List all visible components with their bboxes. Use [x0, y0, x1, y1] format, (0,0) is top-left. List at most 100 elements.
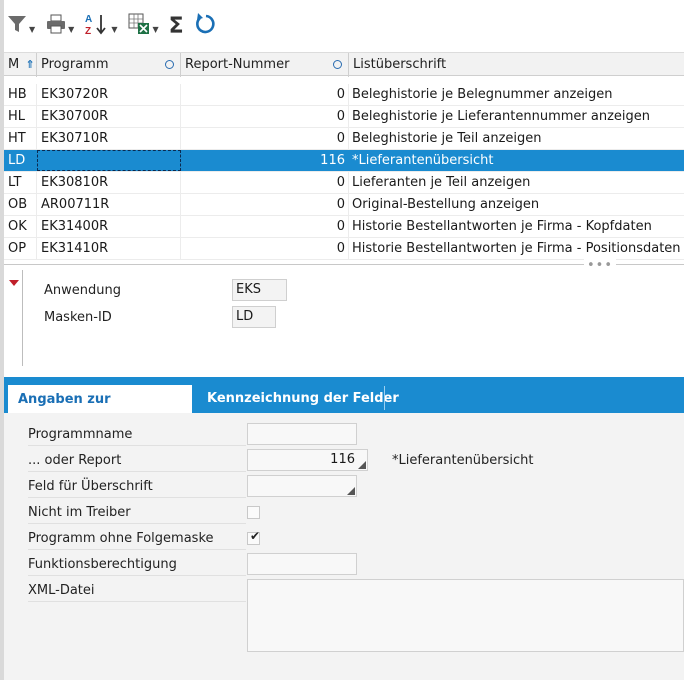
chevron-down-icon: ▼	[68, 24, 75, 34]
column-header-label: M	[8, 57, 20, 72]
cell-listueberschrift: Original-Bestellung anzeigen	[352, 197, 540, 212]
column-header-label: Programm	[41, 57, 109, 72]
program-table: M ⇑ Programm Report-Nummer Listüberschri…	[4, 52, 684, 266]
table-row[interactable]: OB AR00711R 0 Original-Bestellung anzeig…	[4, 194, 684, 216]
programmname-input[interactable]	[247, 423, 357, 445]
folgemaske-form: Programmname ... oder Report 116 *Liefer…	[4, 413, 684, 680]
report-label: ... oder Report	[28, 453, 122, 468]
sort-az-icon: A Z	[84, 12, 110, 40]
column-header-report-nummer[interactable]: Report-Nummer	[181, 53, 349, 77]
nicht-im-treiber-checkbox[interactable]	[247, 506, 260, 519]
cell-programm: EK30700R	[37, 106, 181, 127]
table-row[interactable]: OP EK31410R 0 Historie Bestellantworten …	[4, 238, 684, 260]
sort-button[interactable]: A Z ▼	[84, 11, 117, 41]
filter-icon	[6, 13, 28, 39]
cell-programm: EK30810R	[37, 172, 181, 193]
svg-text:A: A	[85, 14, 92, 25]
column-header-label: Listüberschrift	[353, 57, 447, 72]
tab-angaben-zur-folgemaske[interactable]: Angaben zur Folgemaske	[8, 384, 192, 436]
tab-bar: Angaben zur Folgemaske Kennzeichnung der…	[4, 377, 684, 436]
report-title: *Lieferantenübersicht	[392, 453, 534, 468]
cell-listueberschrift: Historie Bestellantworten je Firma - Pos…	[352, 241, 681, 256]
chevron-down-icon: ▼	[152, 24, 159, 34]
column-filter-icon[interactable]	[165, 60, 174, 69]
toolbar: ▼ ▼ A Z ▼ ▼ Σ	[6, 8, 218, 44]
cell-listueberschrift: Beleghistorie je Lieferantennummer anzei…	[352, 109, 651, 124]
cell-programm: EK31410R	[37, 238, 181, 259]
table-row[interactable]: OK EK31400R 0 Historie Bestellantworten …	[4, 216, 684, 238]
splitter-handle-icon[interactable]: •••	[584, 258, 617, 273]
cell-report-nummer: 0	[181, 128, 349, 149]
divider	[28, 471, 246, 472]
xml-datei-textarea[interactable]	[247, 579, 684, 652]
cell-report-nummer: 0	[181, 84, 349, 105]
refresh-icon	[194, 12, 218, 40]
cell-programm-focused[interactable]	[37, 150, 181, 171]
table-row[interactable]: HT EK30710R 0 Beleghistorie je Teil anze…	[4, 128, 684, 150]
anwendung-field[interactable]: EKS	[232, 279, 287, 301]
divider	[28, 523, 246, 524]
report-input[interactable]: 116	[247, 449, 368, 471]
sum-icon: Σ	[168, 13, 184, 39]
tab-kennzeichnung-der-felder[interactable]: Kennzeichnung der Felder	[197, 384, 409, 413]
cell-listueberschrift: Lieferanten je Teil anzeigen	[352, 175, 531, 190]
column-header-m[interactable]: M ⇑	[4, 53, 37, 77]
sort-ascending-icon: ⇑	[25, 58, 35, 71]
print-button[interactable]: ▼	[45, 11, 74, 41]
cell-listueberschrift: Beleghistorie je Belegnummer anzeigen	[352, 87, 613, 102]
programmname-label: Programmname	[28, 427, 133, 442]
excel-export-button[interactable]: ▼	[127, 11, 159, 41]
table-row[interactable]: HL EK30700R 0 Beleghistorie je Lieferant…	[4, 106, 684, 128]
masken-id-field[interactable]: LD	[232, 306, 276, 328]
dropdown-corner-icon	[358, 461, 366, 469]
refresh-button[interactable]	[194, 11, 218, 41]
cell-m: LT	[4, 172, 37, 193]
cell-m: OB	[4, 194, 37, 215]
cell-m: HB	[4, 84, 37, 105]
svg-text:Z: Z	[85, 26, 91, 36]
divider	[28, 549, 246, 550]
cell-m: OP	[4, 238, 37, 259]
column-filter-icon[interactable]	[333, 60, 342, 69]
cell-listueberschrift: *Lieferantenübersicht	[352, 153, 494, 168]
anwendung-label: Anwendung	[44, 283, 121, 298]
column-header-programm[interactable]: Programm	[37, 53, 181, 77]
table-row-selected[interactable]: LD 116 *Lieferantenübersicht	[4, 150, 684, 172]
collapse-triangle-icon[interactable]	[9, 280, 19, 286]
divider	[28, 601, 246, 602]
divider	[28, 445, 246, 446]
filter-button[interactable]: ▼	[6, 11, 35, 41]
column-header-listueberschrift[interactable]: Listüberschrift	[349, 53, 684, 77]
masken-id-label: Masken-ID	[44, 310, 112, 325]
sum-button[interactable]: Σ	[169, 11, 184, 41]
detail-divider	[22, 270, 23, 366]
feld-ueberschrift-input[interactable]	[247, 475, 357, 497]
xml-datei-label: XML-Datei	[28, 583, 95, 598]
chevron-down-icon: ▼	[29, 24, 36, 34]
funktionsberechtigung-label: Funktionsberechtigung	[28, 557, 177, 572]
report-value: 116	[330, 452, 355, 467]
cell-report-nummer: 0	[181, 194, 349, 215]
funktionsberechtigung-input[interactable]	[247, 553, 357, 575]
nicht-im-treiber-label: Nicht im Treiber	[28, 505, 131, 520]
cell-report-nummer: 0	[181, 216, 349, 237]
cell-m: OK	[4, 216, 37, 237]
checkmark-icon: ✔	[250, 529, 261, 543]
feld-ueberschrift-label: Feld für Überschrift	[28, 479, 153, 494]
divider	[28, 497, 246, 498]
partially-hidden-row	[4, 76, 684, 84]
ohne-folgemaske-label: Programm ohne Folgemaske	[28, 531, 214, 546]
cell-programm: EK30720R	[37, 84, 181, 105]
chevron-down-icon: ▼	[111, 24, 118, 34]
ohne-folgemaske-checkbox[interactable]: ✔	[247, 529, 261, 545]
tab-separator	[384, 386, 385, 410]
cell-report-nummer: 0	[181, 106, 349, 127]
table-row[interactable]: LT EK30810R 0 Lieferanten je Teil anzeig…	[4, 172, 684, 194]
excel-export-icon	[127, 12, 151, 40]
column-header-label: Report-Nummer	[185, 57, 290, 72]
table-header: M ⇑ Programm Report-Nummer Listüberschri…	[4, 52, 684, 77]
cell-programm: EK31400R	[37, 216, 181, 237]
table-row[interactable]: HB EK30720R 0 Beleghistorie je Belegnumm…	[4, 84, 684, 106]
table-body: HB EK30720R 0 Beleghistorie je Belegnumm…	[4, 76, 684, 266]
cell-programm: AR00711R	[37, 194, 181, 215]
